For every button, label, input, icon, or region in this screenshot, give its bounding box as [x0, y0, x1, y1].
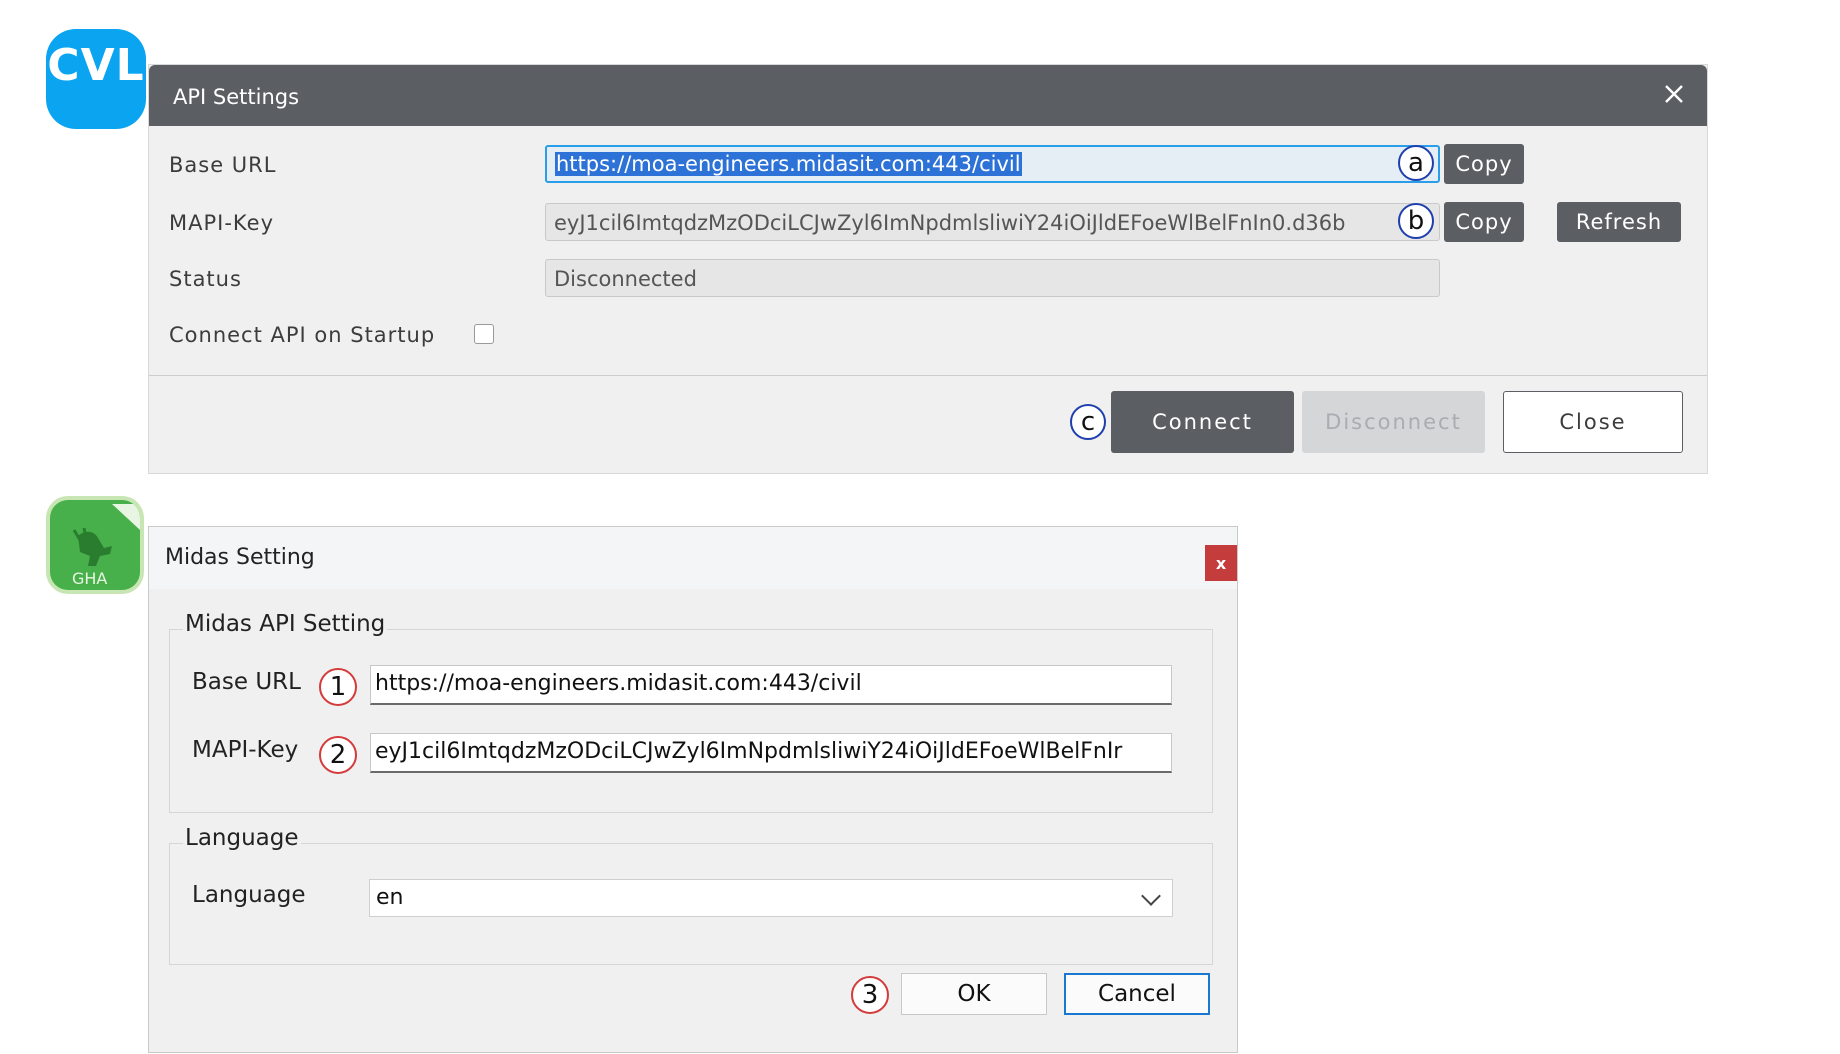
mapi-key-value: eyJ1cil6ImtqdzMzODciLCJwZyl6ImNpdmlsliwi… — [554, 211, 1346, 235]
cvl-logo-icon: CVL — [46, 29, 146, 129]
mapi-key-label: MAPI-Key — [169, 211, 274, 235]
base-url-field[interactable]: https://moa-engineers.midasit.com:443/ci… — [545, 145, 1440, 183]
copy-url-button[interactable]: Copy — [1444, 144, 1524, 184]
close-icon[interactable]: x — [1205, 545, 1237, 581]
mapi-key-field[interactable]: eyJ1cil6ImtqdzMzODciLCJwZyl6ImNpdmlsliwi… — [545, 203, 1440, 241]
midas-setting-title: Midas Setting — [165, 545, 315, 570]
cvl-logo-text: CVL — [47, 39, 145, 91]
marker-3: 3 — [851, 976, 889, 1014]
midas-api-group-legend: Midas API Setting — [183, 611, 388, 637]
api-settings-title: API Settings — [173, 85, 300, 109]
close-button[interactable]: Close — [1503, 391, 1683, 453]
marker-b: b — [1398, 203, 1434, 239]
midas-base-url-input[interactable]: https://moa-engineers.midasit.com:443/ci… — [370, 665, 1172, 705]
language-value: en — [376, 885, 404, 910]
marker-1: 1 — [319, 668, 357, 706]
midas-setting-titlebar: Midas Setting — [149, 527, 1237, 589]
midas-api-group — [169, 629, 1213, 813]
marker-a: a — [1398, 145, 1434, 181]
language-group-legend: Language — [183, 825, 301, 851]
marker-2: 2 — [319, 736, 357, 774]
status-field: Disconnected — [545, 259, 1440, 297]
gha-logo-text: GHA — [72, 569, 108, 588]
midas-mapi-key-label: MAPI-Key — [192, 737, 299, 763]
divider — [149, 375, 1707, 376]
midas-base-url-label: Base URL — [192, 669, 301, 695]
gha-logo-icon: GHA — [46, 496, 144, 594]
base-url-value: https://moa-engineers.midasit.com:443/ci… — [555, 152, 1022, 176]
close-icon[interactable] — [1657, 77, 1691, 111]
connect-button[interactable]: Connect — [1111, 391, 1294, 453]
midas-setting-dialog: Midas Setting x Midas API Setting Base U… — [148, 526, 1238, 1053]
language-label: Language — [192, 882, 306, 908]
startup-label: Connect API on Startup — [169, 323, 436, 347]
refresh-button[interactable]: Refresh — [1557, 202, 1681, 242]
copy-key-button[interactable]: Copy — [1444, 202, 1524, 242]
startup-checkbox[interactable] — [474, 324, 494, 344]
base-url-label: Base URL — [169, 153, 277, 177]
status-label: Status — [169, 267, 242, 291]
language-select[interactable]: en — [369, 879, 1173, 917]
cancel-button[interactable]: Cancel — [1064, 973, 1210, 1015]
api-settings-titlebar: API Settings — [149, 65, 1707, 126]
ok-button[interactable]: OK — [901, 973, 1047, 1015]
api-settings-dialog: API Settings Base URL https://moa-engine… — [148, 64, 1708, 474]
marker-c: c — [1070, 404, 1106, 440]
status-value: Disconnected — [554, 267, 697, 291]
midas-mapi-key-input[interactable]: eyJ1cil6ImtqdzMzODciLCJwZyl6ImNpdmlsliwi… — [370, 733, 1172, 773]
chevron-down-icon — [1141, 886, 1161, 906]
disconnect-button[interactable]: Disconnect — [1302, 391, 1485, 453]
